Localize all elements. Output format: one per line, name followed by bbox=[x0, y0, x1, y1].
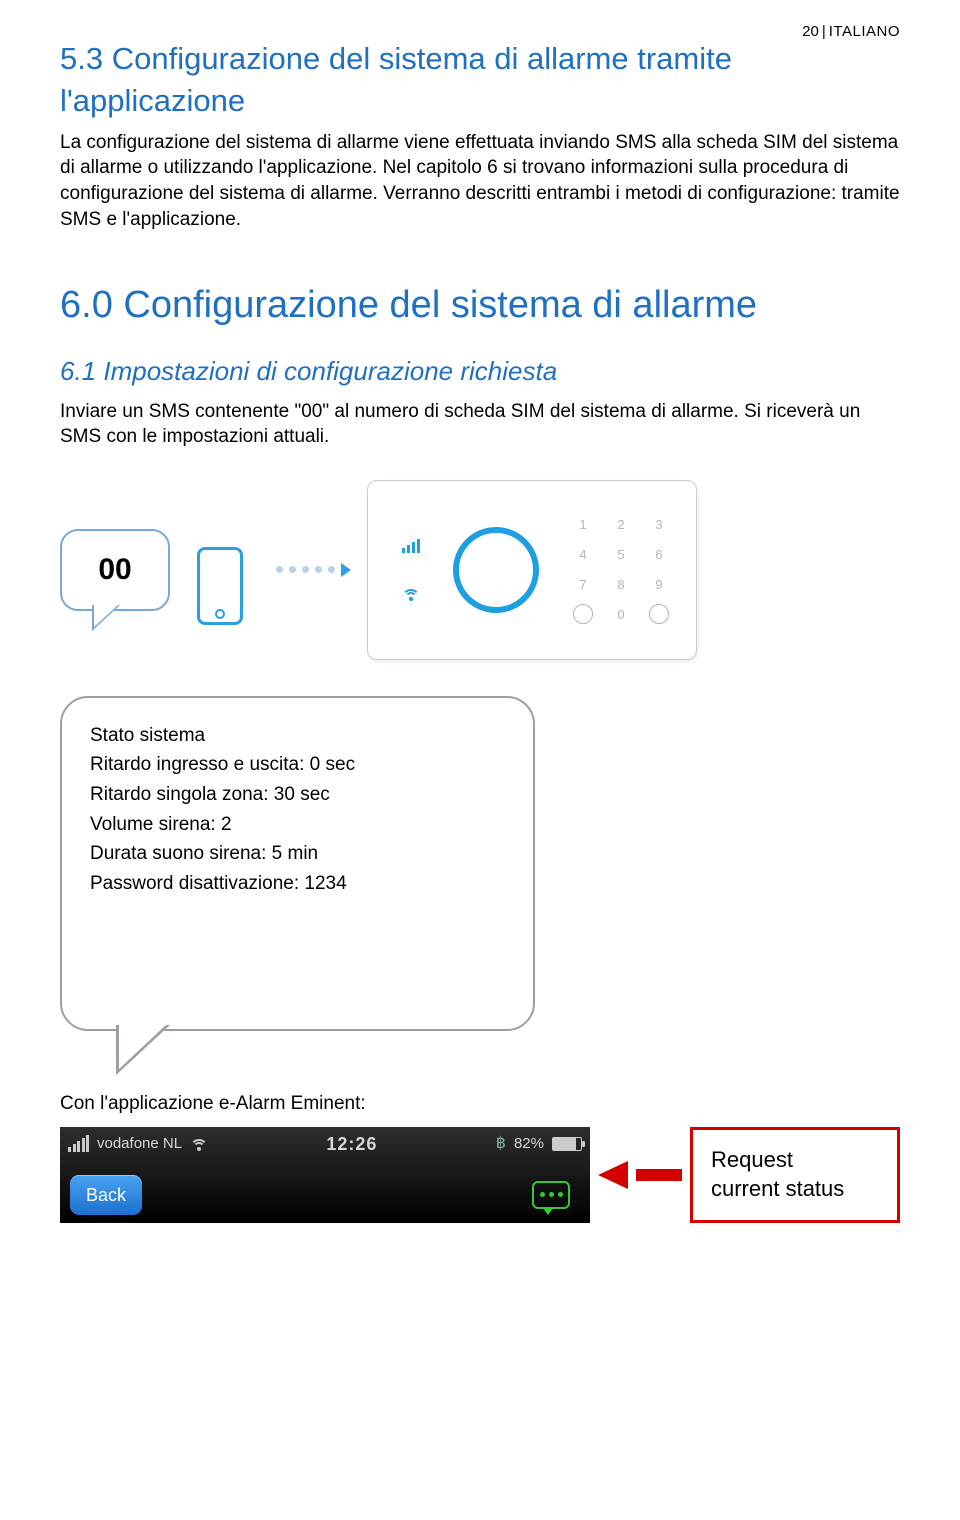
sms-code: 00 bbox=[98, 550, 131, 591]
status-reply-bubble: Stato sistema Ritardo ingresso e uscita:… bbox=[60, 696, 535, 1031]
panel-keypad: 123 456 789 0 bbox=[572, 514, 670, 626]
signal-bars-icon bbox=[68, 1135, 89, 1152]
phone-icon bbox=[180, 515, 260, 625]
bluetooth-icon: ฿ bbox=[496, 1133, 506, 1155]
status-line: Ritardo ingresso e uscita: 0 sec bbox=[90, 751, 505, 779]
app-statusbar: vodafone NL 12:26 ฿ 82% Back bbox=[60, 1127, 590, 1223]
status-line: Durata suono sirena: 5 min bbox=[90, 840, 505, 868]
chapter-6-title: 6.0 Configurazione del sistema di allarm… bbox=[60, 280, 900, 331]
back-button[interactable]: Back bbox=[70, 1175, 142, 1215]
page-language: ITALIANO bbox=[829, 23, 900, 40]
status-line: Volume sirena: 2 bbox=[90, 811, 505, 839]
request-line-2: current status bbox=[711, 1175, 879, 1204]
battery-pct: 82% bbox=[514, 1134, 544, 1154]
battery-icon bbox=[552, 1137, 582, 1151]
request-line-1: Request bbox=[711, 1146, 879, 1175]
page-header: 20|ITALIANO bbox=[802, 22, 900, 42]
wifi-icon bbox=[190, 1137, 208, 1151]
request-callout: Request current status bbox=[690, 1127, 900, 1223]
app-screenshot-row: vodafone NL 12:26 ฿ 82% Back Request cu bbox=[60, 1127, 900, 1223]
callout-arrow-icon bbox=[598, 1161, 628, 1189]
callout-arrow-tail bbox=[636, 1169, 682, 1181]
page-number: 20 bbox=[802, 23, 819, 40]
sms-code-bubble: 00 bbox=[60, 529, 170, 611]
section-6-1-title: 6.1 Impostazioni di configurazione richi… bbox=[60, 354, 900, 389]
chat-icon[interactable] bbox=[532, 1181, 570, 1209]
sms-diagram: 00 123 456 789 0 bbox=[60, 480, 900, 660]
section-6-1-body: Inviare un SMS contenente "00" al numero… bbox=[60, 399, 900, 450]
status-line: Password disattivazione: 1234 bbox=[90, 870, 505, 898]
carrier-label: vodafone NL bbox=[97, 1134, 182, 1154]
clock-label: 12:26 bbox=[326, 1132, 377, 1156]
section-5-3-title: 5.3 Configurazione del sistema di allarm… bbox=[60, 38, 900, 122]
wifi-icon bbox=[402, 587, 420, 601]
status-line: Ritardo singola zona: 30 sec bbox=[90, 781, 505, 809]
status-heading: Stato sistema bbox=[90, 722, 505, 750]
section-5-3-body: La configurazione del sistema di allarme… bbox=[60, 130, 900, 233]
alarm-panel-icon: 123 456 789 0 bbox=[367, 480, 697, 660]
panel-ring-icon bbox=[453, 527, 539, 613]
transmission-arrow-icon bbox=[276, 563, 351, 577]
app-intro-text: Con l'applicazione e-Alarm Eminent: bbox=[60, 1091, 900, 1117]
signal-icon bbox=[402, 539, 420, 553]
